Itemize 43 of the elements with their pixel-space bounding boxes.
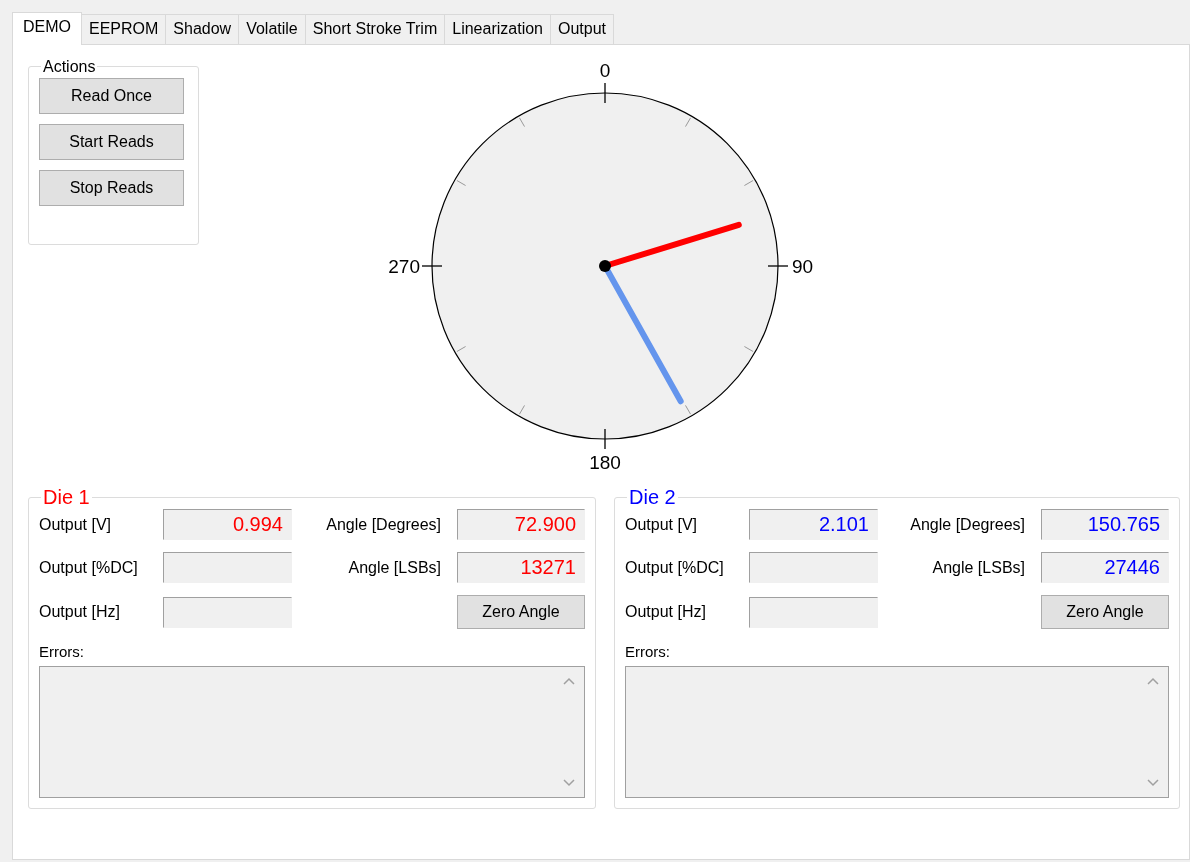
dial-label: 90 [792,256,814,277]
field-label: Angle [Degrees] [325,514,442,535]
action-button[interactable]: Stop Reads [39,170,184,207]
errors-label: Errors: [39,642,85,662]
action-button[interactable]: Read Once [39,78,184,115]
output-field[interactable] [749,596,878,628]
dial-label: 270 [388,256,420,277]
output-field[interactable] [163,552,292,583]
field-label: Output [%DC] [39,557,139,578]
output-field[interactable]: 0.994 [163,509,292,540]
field-label: Output [Hz] [39,602,121,622]
action-button[interactable]: Start Reads [39,124,184,161]
angle-field[interactable]: 150.765 [1041,509,1169,540]
zero-angle-button[interactable]: Zero Angle [457,595,585,629]
output-field[interactable]: 2.101 [749,509,878,540]
angle-field[interactable]: 27446 [1041,552,1169,583]
field-label: Output [V] [625,514,699,535]
field-label: Output [Hz] [625,602,707,622]
scroll-up-icon[interactable] [563,676,575,685]
scroll-down-icon[interactable] [1147,778,1159,787]
field-label: Angle [Degrees] [909,514,1026,535]
scroll-down-icon[interactable] [563,778,575,787]
output-field[interactable] [749,552,878,583]
dial-label: 0 [599,60,611,81]
errors-field[interactable] [39,665,585,798]
field-label: Angle [LSBs] [931,557,1026,578]
dial-label: 180 [589,452,621,473]
group-title: Die 1 [42,485,91,509]
scroll-up-icon[interactable] [1147,676,1159,685]
tab[interactable]: Output [550,14,614,44]
errors-field[interactable] [625,665,1169,798]
hub [599,260,611,272]
field-label: Output [%DC] [625,557,725,578]
group-title: Actions [42,57,97,77]
angle-field[interactable]: 13271 [457,552,585,583]
group-title: Die 2 [628,485,677,509]
tab[interactable]: DEMO [12,12,82,45]
zero-angle-button[interactable]: Zero Angle [1041,595,1169,629]
field-label: Angle [LSBs] [347,557,442,578]
output-field[interactable] [163,596,292,628]
angle-field[interactable]: 72.900 [457,509,585,540]
field-label: Output [V] [39,514,113,535]
errors-label: Errors: [625,642,671,662]
